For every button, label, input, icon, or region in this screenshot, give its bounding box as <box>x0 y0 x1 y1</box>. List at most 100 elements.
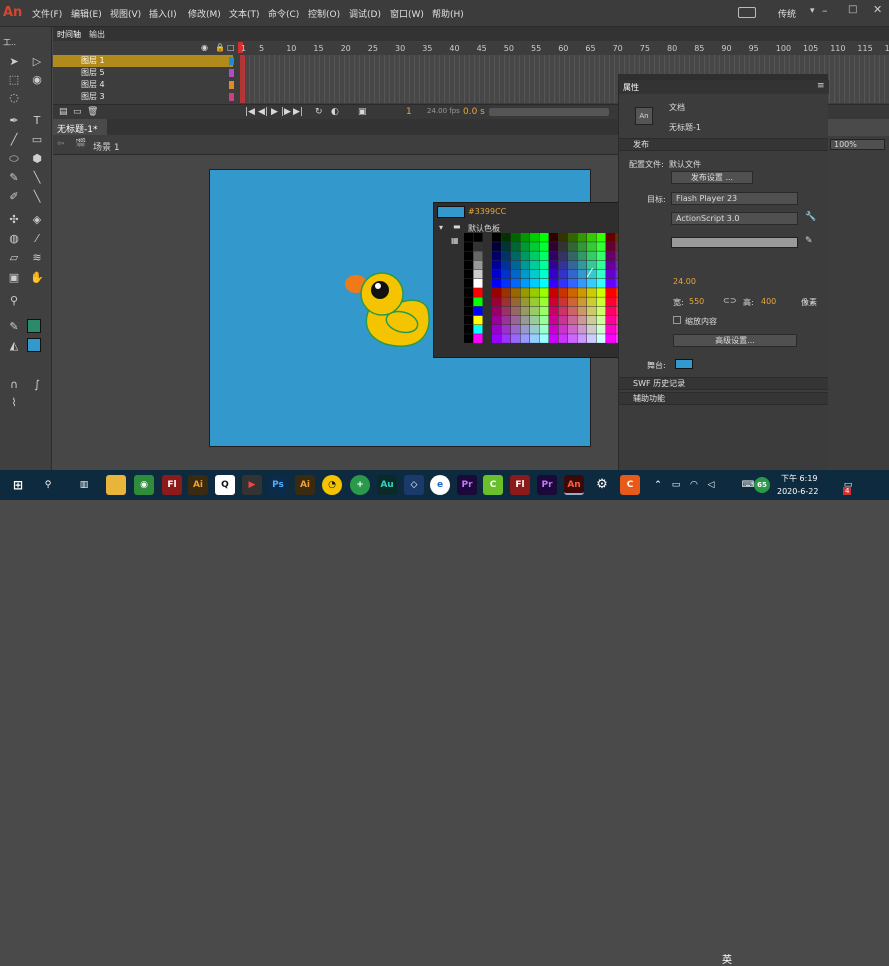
line-tool-icon[interactable]: ╱ <box>5 132 23 148</box>
smooth-icon[interactable]: ∫ <box>28 377 46 393</box>
free-transform-icon[interactable]: ⬚ <box>5 72 23 88</box>
media-icon[interactable]: ▶ <box>242 475 262 495</box>
zoom-icon[interactable]: ⚲ <box>5 293 23 309</box>
animate-taskbar-icon[interactable]: An <box>564 475 584 495</box>
edit-multiple-icon[interactable]: ▣ <box>358 107 367 117</box>
color-swatch[interactable] <box>511 306 520 316</box>
clock-time[interactable]: 下午 6:19 <box>781 473 818 484</box>
color-swatch[interactable] <box>587 251 596 261</box>
script-dropdown[interactable]: ActionScript 3.0 <box>671 212 798 225</box>
color-swatch[interactable] <box>568 306 577 316</box>
fill-color-swatch[interactable] <box>27 338 41 352</box>
color-swatch[interactable] <box>511 279 520 288</box>
elapsed-time[interactable]: 0.0 s <box>463 107 485 117</box>
color-swatch[interactable] <box>568 297 577 307</box>
oval-tool-icon[interactable]: ⬭ <box>5 151 23 167</box>
color-swatch[interactable] <box>549 269 558 279</box>
selection-tool-icon[interactable]: ➤ <box>5 54 23 70</box>
color-swatch[interactable] <box>577 325 587 334</box>
security-badge[interactable]: 65 <box>754 477 770 493</box>
color-swatch[interactable] <box>520 315 530 325</box>
color-swatch[interactable] <box>606 306 615 316</box>
frame-rate[interactable]: 24.00 fps <box>427 107 460 115</box>
color-swatch[interactable] <box>539 269 549 279</box>
link-dimensions-icon[interactable]: ⊂⊃ <box>723 296 736 305</box>
layer-row[interactable]: 图层 3 <box>53 91 233 103</box>
color-swatch[interactable] <box>511 269 520 279</box>
timeline-scrollbar[interactable] <box>489 108 609 116</box>
color-swatch[interactable] <box>558 279 568 288</box>
stage-color-swatch[interactable] <box>675 359 693 369</box>
color-swatch[interactable] <box>568 279 577 288</box>
color-swatch[interactable] <box>511 334 520 343</box>
color-swatch[interactable] <box>501 242 511 251</box>
color-swatch[interactable] <box>577 251 587 261</box>
color-swatch[interactable] <box>530 260 539 270</box>
color-swatch[interactable] <box>596 233 606 242</box>
audition-icon[interactable]: Au <box>377 475 397 495</box>
color-swatch[interactable] <box>473 233 483 242</box>
color-swatch[interactable] <box>530 233 539 242</box>
color-swatch[interactable] <box>492 233 501 242</box>
ie-icon[interactable]: e <box>430 475 450 495</box>
browser-icon[interactable]: ◉ <box>134 475 154 495</box>
menu-control[interactable]: 控制(O) <box>308 7 340 20</box>
color-swatch[interactable] <box>577 315 587 325</box>
wrench-icon[interactable]: 🔧 <box>805 212 816 222</box>
color-swatch[interactable] <box>577 279 587 288</box>
color-swatch[interactable] <box>549 233 558 242</box>
color-swatch[interactable] <box>473 242 483 251</box>
color-swatch[interactable] <box>568 334 577 343</box>
color-swatch[interactable] <box>539 288 549 297</box>
pencil-edit-icon[interactable]: ✎ <box>805 236 813 246</box>
color-swatch[interactable] <box>587 315 596 325</box>
height-value[interactable]: 400 <box>761 297 776 306</box>
color-swatch[interactable] <box>549 306 558 316</box>
color-swatch[interactable] <box>501 334 511 343</box>
menu-text[interactable]: 文本(T) <box>229 7 260 20</box>
color-swatch[interactable] <box>568 242 577 251</box>
color-swatch[interactable] <box>549 242 558 251</box>
new-layer-icon[interactable]: ▤ <box>59 107 68 117</box>
color-swatch[interactable] <box>520 242 530 251</box>
color-swatch[interactable] <box>464 325 473 334</box>
color-swatch[interactable] <box>577 269 587 279</box>
color-swatch[interactable] <box>473 269 483 279</box>
color-swatch[interactable] <box>539 251 549 261</box>
width-tool-icon[interactable]: ≋ <box>28 250 46 266</box>
search-icon[interactable]: ⚲ <box>38 475 58 495</box>
target-dropdown[interactable]: Flash Player 23 <box>671 192 798 205</box>
color-swatch[interactable] <box>464 306 473 316</box>
color-swatch[interactable] <box>577 306 587 316</box>
color-swatch[interactable] <box>539 260 549 270</box>
color-swatch[interactable] <box>501 251 511 261</box>
new-folder-icon[interactable]: ▭ <box>73 107 82 117</box>
color-swatch[interactable] <box>520 325 530 334</box>
menu-window[interactable]: 窗口(W) <box>390 7 424 20</box>
camtasia-icon[interactable]: C <box>483 475 503 495</box>
camera-icon[interactable]: ▣ <box>5 270 23 286</box>
color-swatch[interactable] <box>587 242 596 251</box>
color-swatch[interactable] <box>511 242 520 251</box>
settings-gear-icon[interactable]: ⚙ <box>592 475 612 495</box>
file-explorer-icon[interactable] <box>106 475 126 495</box>
color-swatch[interactable] <box>539 297 549 307</box>
color-swatch[interactable] <box>511 288 520 297</box>
color-swatch[interactable] <box>596 242 606 251</box>
color-swatch[interactable] <box>530 325 539 334</box>
color-swatch[interactable] <box>501 315 511 325</box>
color-swatch[interactable] <box>464 315 473 325</box>
hand-tool-icon[interactable]: ✋ <box>28 270 46 286</box>
color-swatch[interactable] <box>606 260 615 270</box>
color-swatch[interactable] <box>587 297 596 307</box>
brush-icon[interactable]: ╲ <box>28 170 46 186</box>
color-swatch[interactable] <box>492 297 501 307</box>
color-swatch[interactable] <box>577 288 587 297</box>
color-swatch[interactable] <box>464 251 473 261</box>
color-swatch[interactable] <box>606 251 615 261</box>
ink-bottle-icon[interactable]: ◍ <box>5 231 23 247</box>
color-swatch[interactable] <box>606 334 615 343</box>
color-swatch[interactable] <box>587 306 596 316</box>
color-swatch[interactable] <box>587 288 596 297</box>
network-icon[interactable]: ▭ <box>666 475 686 495</box>
